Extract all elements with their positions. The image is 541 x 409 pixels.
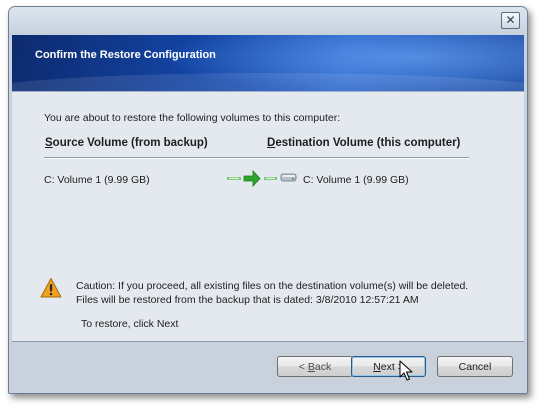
header-banner: Confirm the Restore Configuration (12, 35, 524, 91)
source-volume: C: Volume 1 (9.99 GB) (44, 174, 150, 186)
destination-column-header: Destination Volume (this computer) (267, 137, 460, 149)
caution-message: Caution: If you proceed, all existing fi… (76, 279, 506, 307)
back-label: ack (314, 361, 332, 373)
button-bar: < Back Next > Cancel (12, 341, 524, 393)
cancel-button[interactable]: Cancel (437, 356, 513, 377)
destination-volume: C: Volume 1 (9.99 GB) (303, 174, 409, 186)
mouse-cursor-icon (399, 360, 415, 382)
back-prefix: < (298, 361, 308, 373)
header-separator (44, 157, 469, 159)
page-title: Confirm the Restore Configuration (35, 49, 216, 61)
source-column-header: Source Volume (from backup) (45, 137, 208, 149)
intro-text: You are about to restore the following v… (44, 112, 341, 124)
back-button[interactable]: < Back (277, 356, 353, 377)
back-access-key: B (307, 361, 315, 373)
title-bar: ✕ (9, 7, 527, 35)
source-access-key: S (45, 137, 53, 149)
next-access-key: N (373, 361, 381, 373)
content-panel: You are about to restore the following v… (12, 91, 524, 342)
warning-icon (40, 277, 62, 299)
caution-line-date: Files will be restored from the backup t… (76, 294, 419, 306)
restore-hint: To restore, click Next (81, 318, 179, 330)
restore-dialog: ✕ Confirm the Restore Configuration You … (8, 6, 528, 394)
caution-line-delete: Caution: If you proceed, all existing fi… (76, 280, 469, 292)
hard-drive-icon (280, 171, 298, 185)
destination-header-label: estination Volume (this computer) (275, 137, 461, 149)
source-header-label: ource Volume (from backup) (52, 137, 208, 149)
close-icon[interactable]: ✕ (501, 12, 520, 29)
